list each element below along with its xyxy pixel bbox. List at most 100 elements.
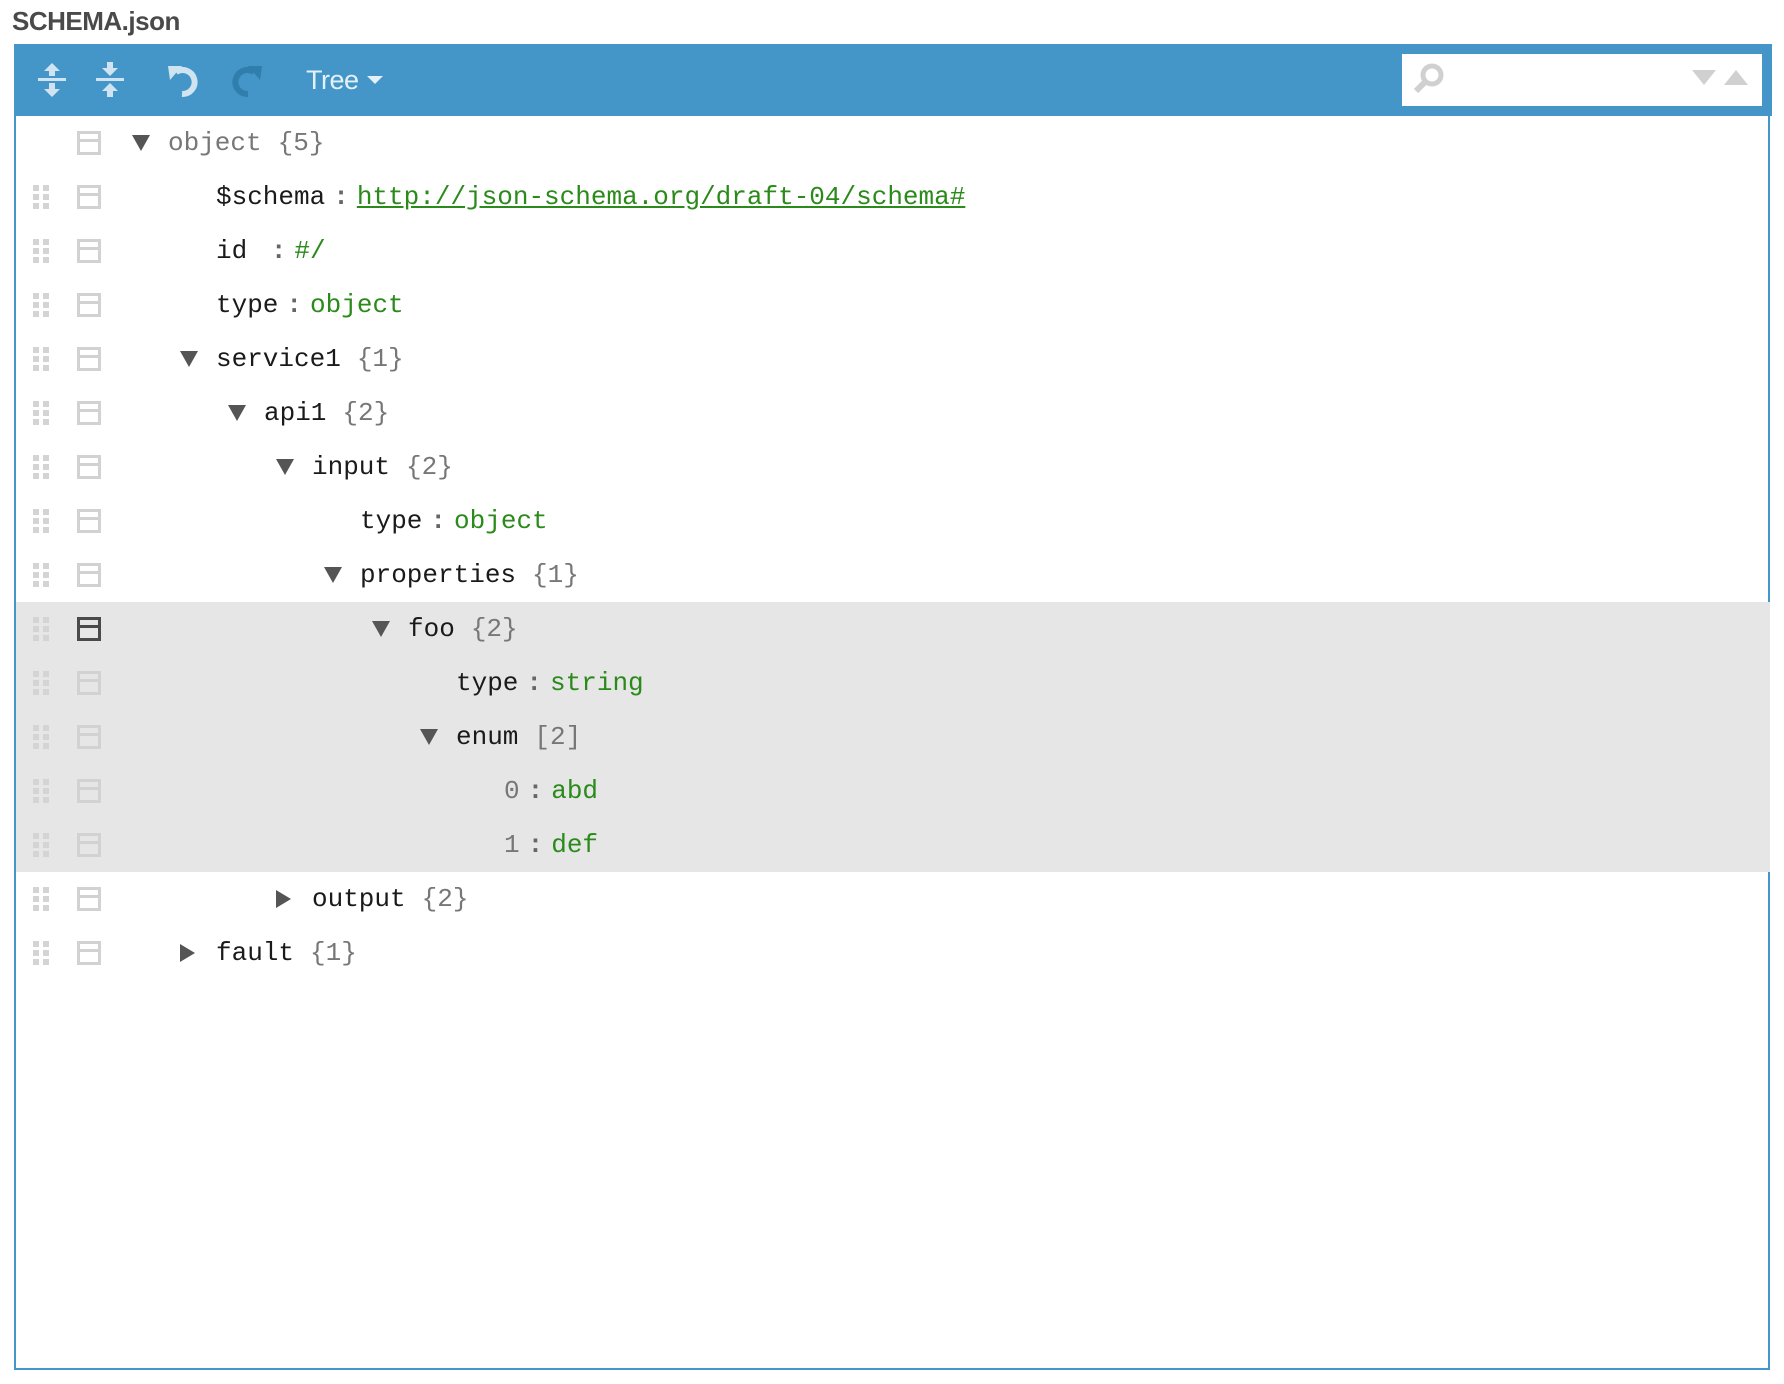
context-menu-button[interactable] — [77, 401, 101, 425]
tree-row[interactable]: properties {1} — [16, 548, 1770, 602]
context-menu-button[interactable] — [77, 563, 101, 587]
node-value[interactable]: object — [310, 290, 404, 320]
tree-row[interactable]: object {5} — [16, 116, 1770, 170]
drag-handle-icon[interactable] — [33, 887, 49, 911]
expand-triangle-icon[interactable] — [180, 944, 195, 962]
tree-row[interactable]: input {2} — [16, 440, 1770, 494]
key-value-separator: : — [430, 506, 447, 536]
context-menu-button[interactable] — [77, 887, 101, 911]
drag-handle-icon[interactable] — [33, 347, 49, 371]
drag-handle-icon[interactable] — [33, 725, 49, 749]
node-value[interactable]: abd — [551, 776, 598, 806]
tree-row[interactable]: enum [2] — [16, 710, 1770, 764]
context-menu-button[interactable] — [77, 185, 101, 209]
expand-triangle-icon[interactable] — [276, 890, 291, 908]
node-content: type: object — [216, 278, 404, 332]
node-value-link[interactable]: http://json-schema.org/draft-04/schema# — [357, 182, 966, 212]
tree-row[interactable]: type: object — [16, 278, 1770, 332]
drag-handle-icon[interactable] — [33, 779, 49, 803]
tree-row[interactable]: foo {2} — [16, 602, 1770, 656]
tree-row[interactable]: service1 {1} — [16, 332, 1770, 386]
node-key[interactable]: properties — [360, 560, 516, 590]
undo-button[interactable] — [162, 44, 206, 116]
node-value[interactable]: string — [550, 668, 644, 698]
search-input[interactable] — [1452, 62, 1676, 100]
drag-handle-icon[interactable] — [33, 239, 49, 263]
node-content: fault {1} — [216, 926, 357, 980]
context-menu-button[interactable] — [77, 509, 101, 533]
drag-handle-icon[interactable] — [33, 833, 49, 857]
node-content: enum [2] — [456, 710, 581, 764]
context-menu-button[interactable] — [77, 941, 101, 965]
drag-handle-icon[interactable] — [33, 941, 49, 965]
context-menu-button[interactable] — [77, 239, 101, 263]
tree-row[interactable]: output {2} — [16, 872, 1770, 926]
mode-label: Tree — [306, 64, 359, 95]
node-key[interactable]: foo — [408, 614, 455, 644]
node-key[interactable]: input — [312, 452, 390, 482]
tree-row[interactable]: id : #/ — [16, 224, 1770, 278]
node-content: $schema: http://json-schema.org/draft-04/… — [216, 170, 965, 224]
node-key[interactable]: type — [456, 668, 518, 698]
collapse-all-button[interactable] — [90, 44, 130, 116]
context-menu-button[interactable] — [77, 779, 101, 803]
node-content: 0: abd — [504, 764, 598, 818]
node-key[interactable]: output — [312, 884, 406, 914]
node-key[interactable]: api1 — [264, 398, 326, 428]
context-menu-button[interactable] — [77, 347, 101, 371]
context-menu-button[interactable] — [77, 617, 101, 641]
context-menu-button[interactable] — [77, 293, 101, 317]
tree-row[interactable]: type: string — [16, 656, 1770, 710]
collapse-triangle-icon[interactable] — [324, 567, 342, 583]
tree-row[interactable]: api1 {2} — [16, 386, 1770, 440]
drag-handle-icon[interactable] — [33, 455, 49, 479]
key-value-separator: : — [526, 668, 543, 698]
node-key[interactable]: id — [216, 236, 263, 266]
node-content: input {2} — [312, 440, 453, 494]
search-previous-button[interactable] — [1722, 68, 1750, 88]
tree-row[interactable]: type: object — [16, 494, 1770, 548]
context-menu-button[interactable] — [77, 671, 101, 695]
collapse-all-icon — [96, 62, 124, 97]
child-count: {2} — [406, 452, 453, 482]
drag-handle-icon[interactable] — [33, 293, 49, 317]
drag-handle-icon[interactable] — [33, 563, 49, 587]
context-menu-button[interactable] — [77, 833, 101, 857]
node-value[interactable]: def — [551, 830, 598, 860]
context-menu-button[interactable] — [77, 455, 101, 479]
search-next-button[interactable] — [1690, 68, 1718, 88]
tree-row[interactable]: fault {1} — [16, 926, 1770, 980]
collapse-triangle-icon[interactable] — [420, 729, 438, 745]
search-box — [1402, 54, 1762, 106]
drag-handle-icon[interactable] — [33, 671, 49, 695]
toolbar: Tree — [14, 44, 1772, 116]
node-key[interactable]: type — [360, 506, 422, 536]
node-key[interactable]: type — [216, 290, 278, 320]
collapse-triangle-icon[interactable] — [276, 459, 294, 475]
node-key[interactable]: service1 — [216, 344, 341, 374]
node-key[interactable]: enum — [456, 722, 518, 752]
context-menu-button[interactable] — [77, 131, 101, 155]
node-index: 0 — [504, 776, 520, 806]
node-key[interactable]: fault — [216, 938, 294, 968]
node-value[interactable]: object — [454, 506, 548, 536]
drag-handle-icon[interactable] — [33, 185, 49, 209]
mode-dropdown[interactable]: Tree — [306, 44, 383, 116]
collapse-triangle-icon[interactable] — [132, 135, 150, 151]
drag-handle-icon[interactable] — [33, 401, 49, 425]
node-value[interactable]: #/ — [294, 236, 325, 266]
undo-icon — [168, 66, 198, 97]
tree-row[interactable]: 1: def — [16, 818, 1770, 872]
tree-row[interactable]: $schema: http://json-schema.org/draft-04/… — [16, 170, 1770, 224]
expand-all-button[interactable] — [32, 44, 72, 116]
node-key[interactable]: $schema — [216, 182, 325, 212]
tree-row[interactable]: 0: abd — [16, 764, 1770, 818]
tree-view: object {5} $schema: http://json-schema.org/… — [16, 116, 1770, 980]
drag-handle-icon[interactable] — [33, 617, 49, 641]
redo-button[interactable] — [224, 44, 268, 116]
collapse-triangle-icon[interactable] — [372, 621, 390, 637]
context-menu-button[interactable] — [77, 725, 101, 749]
drag-handle-icon[interactable] — [33, 509, 49, 533]
collapse-triangle-icon[interactable] — [228, 405, 246, 421]
collapse-triangle-icon[interactable] — [180, 351, 198, 367]
